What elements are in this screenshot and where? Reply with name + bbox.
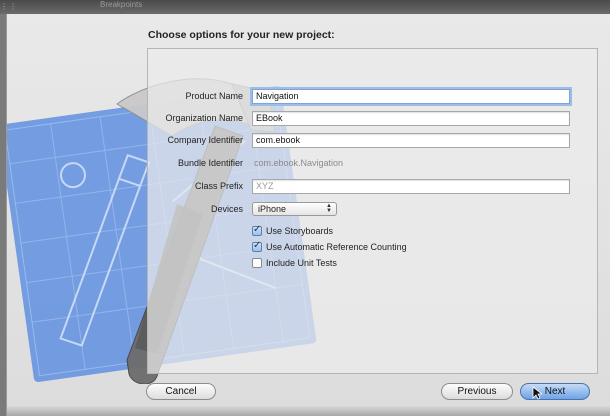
use-arc-label: Use Automatic Reference Counting [266, 242, 407, 252]
company-identifier-field[interactable]: com.ebook [252, 133, 570, 148]
use-storyboards-checkbox[interactable] [252, 224, 262, 236]
organization-name-label: Organization Name [165, 113, 243, 123]
bundle-identifier-value: com.ebook.Navigation [254, 158, 344, 168]
product-name-label: Product Name [185, 91, 243, 101]
next-button[interactable]: Next [520, 383, 590, 400]
company-identifier-label: Company Identifier [167, 135, 243, 145]
include-unit-tests-label: Include Unit Tests [266, 258, 337, 268]
class-prefix-label: Class Prefix [194, 181, 243, 191]
chevron-up-down-icon: ▲ ▼ [326, 203, 332, 214]
product-name-field[interactable]: Navigation [252, 89, 570, 104]
background-breakpoints-label: Breakpoints [100, 0, 143, 9]
class-prefix-field[interactable]: XYZ [252, 179, 570, 194]
include-unit-tests-checkbox[interactable] [252, 258, 262, 268]
devices-label: Devices [210, 204, 243, 214]
options-panel: Product Name Navigation Organization Nam… [147, 48, 598, 374]
sheet-bottom-edge [7, 406, 610, 416]
devices-popup-value: iPhone [258, 204, 287, 214]
background-window-titlebar: ⋮⋮ Breakpoints [0, 0, 610, 14]
include-unit-tests-row[interactable]: Include Unit Tests [252, 258, 337, 268]
devices-popup-button[interactable]: iPhone ▲ ▼ [252, 202, 337, 216]
new-project-sheet: Choose options for your new project: Pro… [0, 14, 610, 416]
bundle-identifier-label: Bundle Identifier [177, 158, 243, 168]
dialog-title: Choose options for your new project: [148, 29, 335, 41]
organization-name-field[interactable]: EBook [252, 111, 570, 126]
arrow-cursor-icon [532, 386, 542, 400]
background-handle-icon: ⋮⋮ [0, 2, 18, 11]
use-arc-checkbox[interactable] [252, 240, 262, 252]
previous-button[interactable]: Previous [441, 383, 513, 400]
use-arc-row[interactable]: Use Automatic Reference Counting [252, 240, 407, 252]
use-storyboards-label: Use Storyboards [266, 226, 334, 236]
use-storyboards-row[interactable]: Use Storyboards [252, 224, 334, 236]
cancel-button[interactable]: Cancel [146, 383, 216, 400]
